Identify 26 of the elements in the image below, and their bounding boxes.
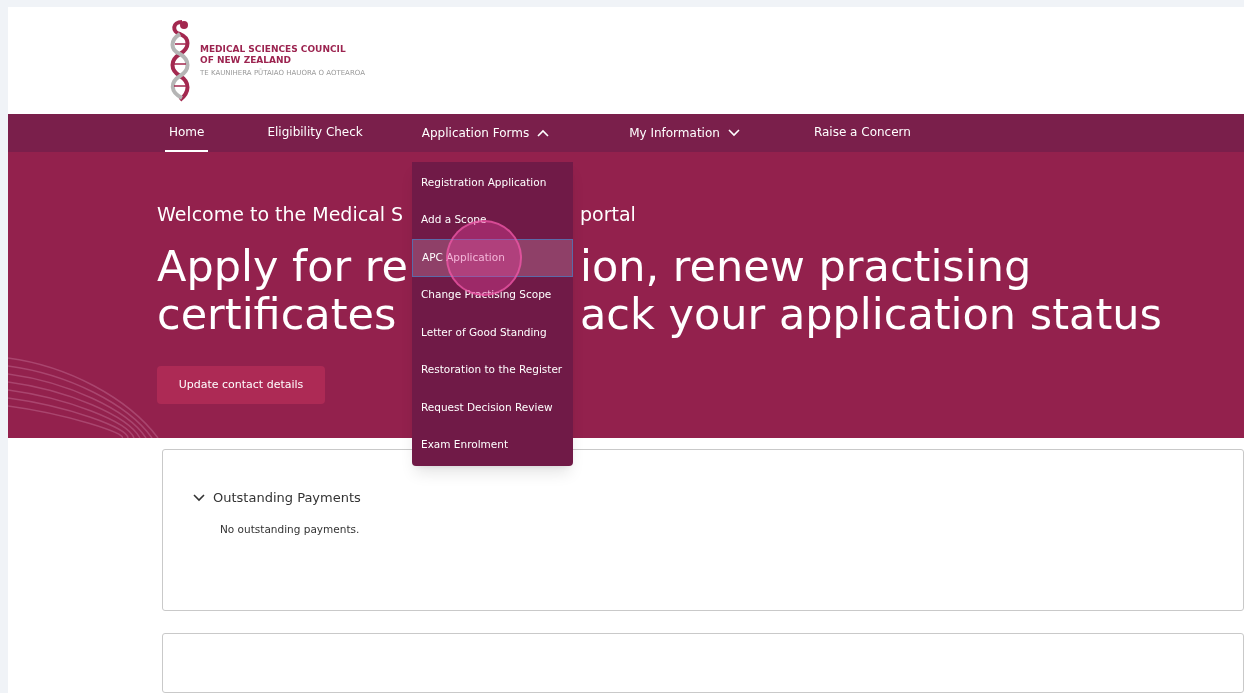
menu-item[interactable]: APC Application	[412, 239, 573, 277]
chevron-icon	[727, 129, 740, 137]
nav-link[interactable]: Eligibility Check	[263, 114, 367, 152]
menu-item[interactable]: Restoration to the Register	[412, 351, 573, 389]
menu-item[interactable]: Letter of Good Standing	[412, 314, 573, 352]
welcome-text: portal	[580, 202, 637, 227]
hero-heading: certificates	[157, 290, 398, 338]
nav-menu[interactable]: My Information	[629, 114, 740, 152]
hero-heading: ack your application status	[580, 290, 1163, 338]
hero-heading: Apply for re	[157, 242, 410, 290]
menu-item[interactable]: Add a Scope	[412, 201, 573, 239]
section-toggle[interactable]: Outstanding Payments	[193, 488, 361, 508]
nav-link[interactable]: Raise a Concern	[809, 114, 915, 152]
chevron-icon	[537, 129, 550, 137]
empty-message: No outstanding payments.	[220, 521, 361, 537]
logo-title: OF NEW ZEALAND	[200, 54, 292, 66]
menu-item[interactable]: Request Decision Review	[412, 389, 573, 427]
menu-item[interactable]: Exam Enrolment	[412, 426, 573, 464]
menu-item[interactable]: Change Practising Scope	[412, 276, 573, 314]
hero-heading: ion, renew practising	[580, 242, 1033, 290]
welcome-text: Welcome to the Medical S	[157, 202, 405, 227]
menu-item[interactable]: Registration Application	[412, 164, 573, 202]
chevron-icon	[193, 493, 205, 502]
nav-menu[interactable]: Application Forms	[421, 114, 550, 152]
logo-title: MEDICAL SCIENCES COUNCIL	[200, 43, 347, 55]
update-contact-button[interactable]: Update contact details	[157, 366, 325, 404]
